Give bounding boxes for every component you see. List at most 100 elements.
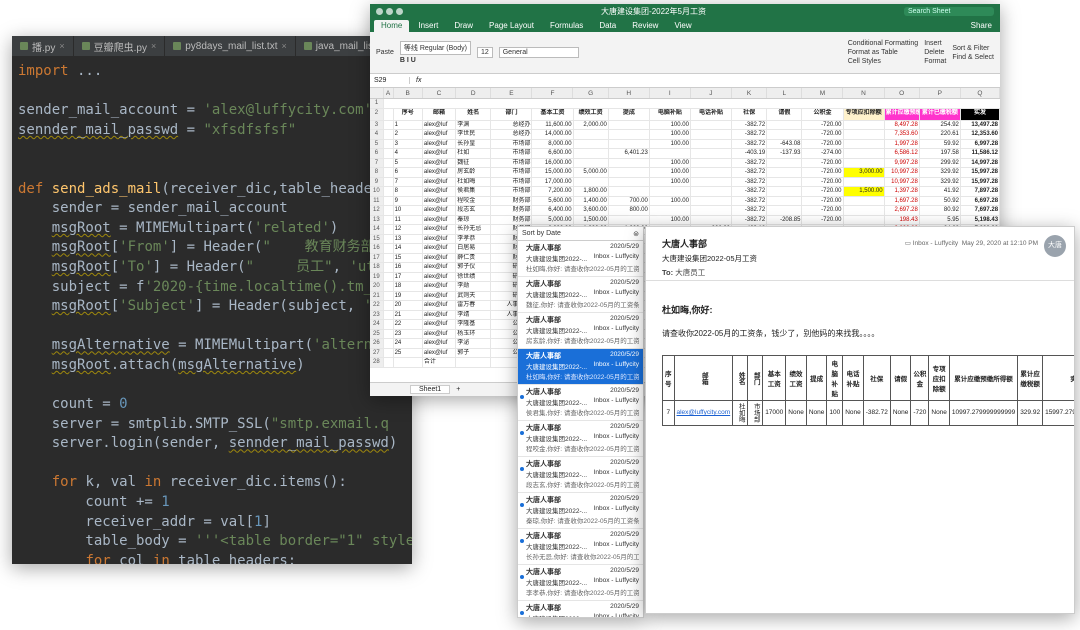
cell[interactable]: 13,497.28 — [961, 120, 1000, 129]
cell[interactable]: 23 — [394, 329, 423, 338]
cell[interactable]: 魏征 — [456, 158, 492, 167]
editor-tab[interactable]: 豆瓣爬虫.py × — [74, 36, 166, 56]
row-number[interactable]: 13 — [370, 215, 384, 224]
ribbon-command[interactable]: Conditional Formatting — [848, 40, 918, 47]
cell[interactable]: alex@luf — [423, 149, 457, 158]
cell[interactable]: 15,997.28 — [961, 168, 1000, 177]
cell[interactable]: 8,000.00 — [532, 139, 574, 148]
row-number[interactable]: 18 — [370, 263, 384, 272]
column-header[interactable]: H — [609, 88, 650, 98]
cell[interactable]: 长孙无忌 — [456, 225, 492, 234]
ribbon-command[interactable]: Delete — [924, 49, 946, 56]
cell[interactable] — [384, 358, 394, 367]
cell[interactable]: 220.61 — [920, 130, 961, 139]
column-header[interactable]: A — [384, 88, 394, 98]
cell[interactable]: 杜如 — [456, 149, 492, 158]
cell[interactable]: 请假 — [767, 108, 803, 120]
row-number[interactable]: 1 — [370, 99, 384, 108]
list-item[interactable]: 大唐人事部 2020/5/29 大唐建设集团2022-... Inbox - Luff… — [518, 601, 643, 617]
cell[interactable]: -382.72 — [732, 158, 768, 167]
cell[interactable]: 累计已缴税额 — [919, 108, 961, 120]
cell[interactable]: 100.00 — [650, 120, 691, 129]
ribbon-tab[interactable]: Data — [592, 20, 623, 32]
cell[interactable]: 提成 — [609, 108, 650, 120]
cell[interactable]: -720.00 — [802, 206, 844, 215]
cell[interactable]: 21 — [394, 310, 423, 319]
row-number[interactable]: 10 — [370, 187, 384, 196]
cell[interactable]: 8 — [394, 187, 423, 196]
cell[interactable]: alex@luf — [423, 272, 457, 281]
cell[interactable] — [384, 234, 394, 243]
cell[interactable]: -720.00 — [802, 120, 844, 129]
cell[interactable]: alex@luf — [423, 158, 457, 167]
close-icon[interactable]: × — [281, 41, 286, 51]
cell[interactable]: 李隆基 — [456, 320, 492, 329]
cell[interactable]: 郭子仪 — [456, 263, 492, 272]
cell[interactable]: alex@luf — [423, 263, 457, 272]
cell[interactable]: 15,000.00 — [532, 168, 574, 177]
cell[interactable]: 序号 — [394, 108, 423, 120]
column-header[interactable]: P — [920, 88, 961, 98]
cell[interactable]: 12 — [394, 225, 423, 234]
cell[interactable] — [650, 206, 691, 215]
row-number[interactable]: 8 — [370, 168, 384, 177]
cell[interactable]: 财务部 — [491, 196, 533, 205]
cell[interactable]: 5.95 — [920, 215, 961, 224]
cell[interactable]: 11,586.12 — [961, 149, 1000, 158]
sort-by-date-button[interactable]: Sort by Date — [522, 230, 561, 237]
ribbon-command[interactable]: Insert — [924, 40, 946, 47]
cell[interactable] — [384, 215, 394, 224]
cell[interactable] — [691, 215, 733, 224]
cell[interactable]: 4 — [394, 149, 423, 158]
list-item[interactable]: 大唐人事部 2020/5/29 大唐建设集团2022-... Inbox - Luff… — [518, 565, 643, 601]
cell[interactable] — [767, 206, 803, 215]
cell[interactable]: 程咬金 — [456, 196, 492, 205]
editor-tab[interactable]: py8days_mail_list.txt × — [165, 36, 296, 56]
cell[interactable]: 3,000.00 — [843, 168, 885, 177]
cell[interactable] — [609, 139, 650, 148]
cell[interactable] — [574, 149, 609, 158]
font-family-select[interactable]: 等线 Regular (Body) — [399, 41, 471, 55]
cell[interactable]: 侯君集 — [456, 187, 492, 196]
column-header[interactable]: K — [732, 88, 768, 98]
cell[interactable]: alex@luf — [423, 234, 457, 243]
cell[interactable] — [384, 187, 394, 196]
cell[interactable]: 6,997.28 — [961, 139, 1000, 148]
cell[interactable] — [844, 120, 885, 129]
cell[interactable]: 10,997.28 — [885, 177, 920, 186]
cell[interactable]: 25 — [394, 348, 423, 357]
cell[interactable] — [691, 187, 733, 196]
cell[interactable]: alex@luf — [423, 206, 457, 215]
ribbon-tab[interactable]: Home — [374, 20, 410, 32]
cell[interactable] — [384, 168, 394, 177]
row-number[interactable]: 9 — [370, 177, 384, 186]
cell[interactable]: 50.92 — [920, 196, 961, 205]
bold-button[interactable]: B I U — [400, 57, 471, 64]
cell[interactable] — [609, 187, 650, 196]
cell[interactable]: 邮箱 — [423, 108, 457, 120]
cell[interactable]: -720.00 — [802, 139, 844, 148]
row-number[interactable]: 15 — [370, 234, 384, 243]
cell[interactable]: -382.72 — [732, 168, 768, 177]
cell[interactable]: 杜如晦 — [456, 177, 492, 186]
paste-button[interactable]: Paste — [376, 49, 394, 56]
cell[interactable] — [384, 196, 394, 205]
cell[interactable]: 197.58 — [920, 149, 961, 158]
close-icon[interactable]: × — [151, 41, 156, 51]
cell[interactable]: 薛仁贵 — [456, 253, 492, 262]
list-item[interactable]: 大唐人事部 2020/5/29 大唐建设集团2022-... Inbox - Luff… — [518, 529, 643, 565]
cell[interactable]: 41.92 — [920, 187, 961, 196]
column-header[interactable]: F — [532, 88, 574, 98]
cell-reference[interactable]: S29 — [374, 77, 410, 84]
cell[interactable]: 李孝恭 — [456, 234, 492, 243]
cell[interactable]: -720.00 — [802, 158, 844, 167]
cell[interactable] — [767, 168, 803, 177]
cell[interactable]: 14,000.00 — [532, 130, 574, 139]
editor-tab[interactable]: 播.py × — [12, 36, 74, 56]
column-header[interactable]: G — [573, 88, 609, 98]
cell[interactable]: 1,400.00 — [574, 196, 609, 205]
cell[interactable]: 12,353.60 — [961, 130, 1000, 139]
cell[interactable]: alex@luf — [423, 339, 457, 348]
cell[interactable]: 李泌 — [456, 339, 492, 348]
row-number[interactable]: 2 — [370, 108, 384, 120]
